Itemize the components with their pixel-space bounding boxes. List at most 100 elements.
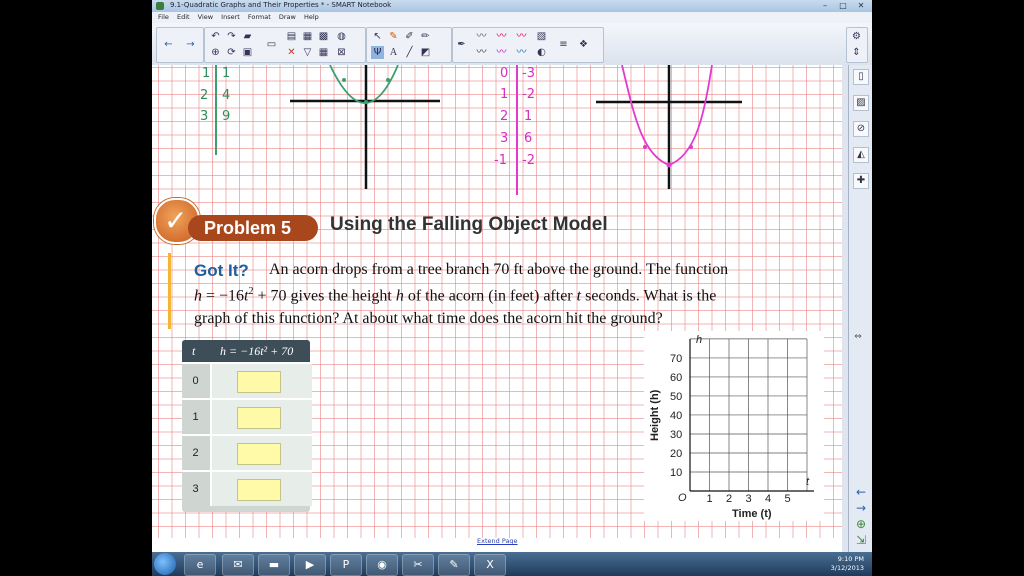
table1-cell: 1 <box>202 66 210 81</box>
pen-tool-icon[interactable]: ✒ <box>455 38 468 51</box>
extend-page-link[interactable]: Extend Page <box>477 537 518 545</box>
line-style-5-icon[interactable]: 〰 <box>495 46 508 59</box>
collapse-panel-icon[interactable]: ⇔ <box>850 330 866 344</box>
line-style-1-icon[interactable]: 〰 <box>475 30 488 43</box>
got-it-label: Got It? <box>194 261 249 280</box>
select-arrow-icon[interactable]: ↖ <box>371 30 384 43</box>
explorer-icon[interactable]: ▬ <box>258 554 290 576</box>
add-ons-icon[interactable]: ❖ <box>577 38 590 51</box>
panel-right-arrow-icon[interactable]: → <box>853 501 869 515</box>
properties-icon[interactable]: ≡ <box>557 38 570 51</box>
screen-icon[interactable]: ▭ <box>265 38 278 51</box>
highlighter-icon[interactable]: ✐ <box>403 30 416 43</box>
magic-pen-icon[interactable]: ✏ <box>419 30 432 43</box>
notebook-page-canvas[interactable]: 1 1 2 4 3 9 0 -3 1 -2 2 1 3 6 -1 -2 ✓ Pr… <box>152 65 842 552</box>
panel-add-icon[interactable]: ⊕ <box>853 517 869 531</box>
ie-icon[interactable]: e <box>184 554 216 576</box>
var-h2: h <box>395 287 404 305</box>
col-h-header: h = −16t² + 70 <box>220 344 294 358</box>
answer-box[interactable] <box>237 371 281 393</box>
app-icon <box>156 2 164 10</box>
notebook-task-icon[interactable]: ✎ <box>438 554 470 576</box>
y-tick-label: 30 <box>670 429 682 441</box>
line-style-2-icon[interactable]: 〰 <box>495 30 508 43</box>
table1-cell: 3 <box>200 109 208 124</box>
redo-icon[interactable]: ↷ <box>225 30 238 43</box>
line-style-4-icon[interactable]: 〰 <box>475 46 488 59</box>
media-icon[interactable]: ▶ <box>294 554 326 576</box>
attachments-icon[interactable]: ⊘ <box>853 121 869 137</box>
toolbar-position-icon[interactable]: ⇕ <box>850 46 863 59</box>
var-h: h <box>194 287 202 305</box>
col-t-header: t <box>192 344 196 358</box>
close-button[interactable]: ✕ <box>852 0 870 11</box>
excel-icon[interactable]: X <box>474 554 506 576</box>
menu-help[interactable]: Help <box>304 12 319 23</box>
tools-icon[interactable]: ✂ <box>402 554 434 576</box>
forward-arrow-icon[interactable]: → <box>184 38 197 51</box>
table1-cell: 2 <box>200 88 208 103</box>
graph-svg: h t O 10 20 30 40 50 60 70 1 2 3 4 5 Time (t) Heig… <box>649 334 814 520</box>
save-icon[interactable]: ▣ <box>241 46 254 59</box>
menu-view[interactable]: View <box>198 12 213 23</box>
panel-move-icon[interactable]: ⇲ <box>853 533 869 547</box>
answer-box[interactable] <box>237 479 281 501</box>
gallery-icon[interactable]: ▨ <box>853 95 869 111</box>
menu-edit[interactable]: Edit <box>177 12 190 23</box>
side-panel: ▯ ▨ ⊘ ◭ ✚ ⇔ ← → ⊕ ⇲ <box>848 65 872 552</box>
open-folder-icon[interactable]: ▰ <box>241 30 254 43</box>
menu-insert[interactable]: Insert <box>221 12 240 23</box>
properties-tab-icon[interactable]: ◭ <box>853 147 869 163</box>
powerpoint-icon[interactable]: P <box>330 554 362 576</box>
start-button[interactable] <box>154 553 176 575</box>
eraser-icon[interactable]: ◩ <box>419 46 432 59</box>
capture-icon[interactable]: ▩ <box>317 30 330 43</box>
answer-box[interactable] <box>237 407 281 429</box>
pen-icon[interactable]: ✎ <box>387 30 400 43</box>
text-icon[interactable]: A <box>387 46 400 59</box>
minimize-button[interactable]: – <box>816 0 834 11</box>
y-var-label: h <box>696 334 702 346</box>
undo-icon[interactable]: ↶ <box>209 30 222 43</box>
table2-cell: 0 <box>500 66 508 81</box>
add-page-icon[interactable]: ⊕ <box>209 46 222 59</box>
line-style-3-icon[interactable]: 〰 <box>515 30 528 43</box>
chrome-icon[interactable]: ◉ <box>366 554 398 576</box>
fill-icon[interactable]: ◐ <box>535 46 548 59</box>
screen-shade-icon[interactable]: ▽ <box>301 46 314 59</box>
title-bar: 9.1-Quadratic Graphs and Their Propertie… <box>152 0 872 12</box>
gear-icon[interactable]: ⚙ <box>850 30 863 43</box>
camera-icon[interactable]: ◍ <box>335 30 348 43</box>
eq-text: of the acorn (in feet) after <box>403 287 577 305</box>
page-sorter-icon[interactable]: ▯ <box>853 69 869 85</box>
blank-graph: h t O 10 20 30 40 50 60 70 1 2 3 4 5 Time (t) Heig… <box>644 331 824 521</box>
pens-icon[interactable]: Ψ <box>371 46 384 59</box>
grid-icon[interactable]: ⊠ <box>335 46 348 59</box>
color-palette-icon[interactable]: ▧ <box>535 30 548 43</box>
table-row: 1 <box>182 398 312 434</box>
maximize-button[interactable]: □ <box>834 0 852 11</box>
table2-cell: -3 <box>522 66 535 81</box>
table-icon[interactable]: ▦ <box>317 46 330 59</box>
panel-left-arrow-icon[interactable]: ← <box>853 485 869 499</box>
tools-group: ↖ ✎ ✐ ✏ Ψ A ╱ ◩ <box>366 27 452 63</box>
table2-cell: 3 <box>500 131 508 146</box>
table2-cell: 2 <box>500 109 508 124</box>
menu-file[interactable]: File <box>158 12 169 23</box>
outlook-icon[interactable]: ✉ <box>222 554 254 576</box>
menu-draw[interactable]: Draw <box>279 12 296 23</box>
delete-icon[interactable]: ✕ <box>285 46 298 59</box>
table2-cell: -2 <box>522 153 535 168</box>
paste-icon[interactable]: ▤ <box>285 30 298 43</box>
line-style-6-icon[interactable]: 〰 <box>515 46 528 59</box>
edit-group: ↶ ↷ ▰ ⊕ ⟳ ▣ ▭ ▤ ✕ ▦ ▽ ▩ ▦ ◍ ⊠ <box>204 27 366 63</box>
display-icon[interactable]: ▦ <box>301 30 314 43</box>
line-icon[interactable]: ╱ <box>403 46 416 59</box>
addons-tab-icon[interactable]: ✚ <box>853 173 869 189</box>
handwritten-table-2: 0 -3 1 -2 2 1 3 6 -1 -2 <box>494 65 535 195</box>
menu-format[interactable]: Format <box>248 12 271 23</box>
answer-box[interactable] <box>237 443 281 465</box>
value-table: t h = −16t² + 70 0 1 2 3 <box>182 340 312 512</box>
back-arrow-icon[interactable]: ← <box>162 38 175 51</box>
refresh-icon[interactable]: ⟳ <box>225 46 238 59</box>
